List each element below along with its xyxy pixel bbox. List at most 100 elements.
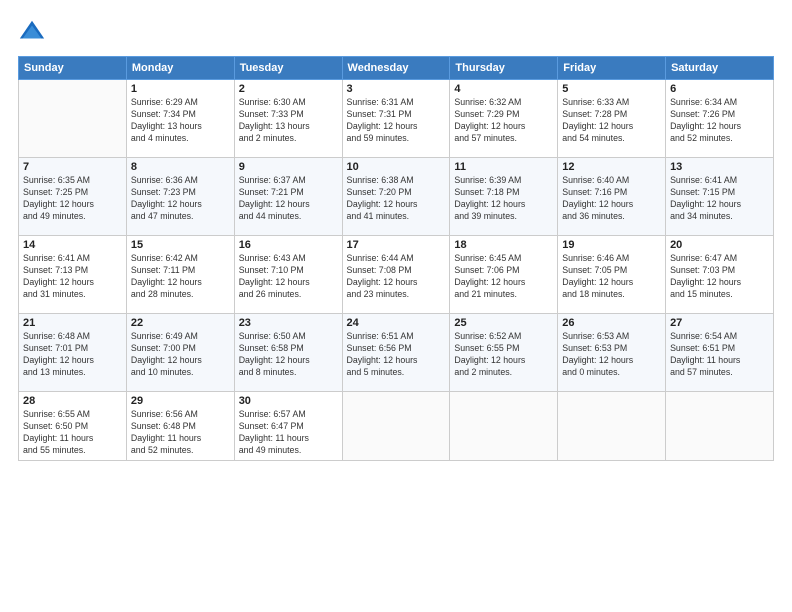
calendar-day-cell: 1 Sunrise: 6:29 AMSunset: 7:34 PMDaylight…	[126, 80, 234, 158]
weekday-header-cell: Tuesday	[234, 57, 342, 80]
calendar-day-cell	[450, 392, 558, 461]
day-number: 19	[562, 239, 661, 251]
calendar-day-cell	[342, 392, 450, 461]
day-info: Sunrise: 6:42 AMSunset: 7:11 PMDaylight:…	[131, 253, 230, 301]
day-info: Sunrise: 6:49 AMSunset: 7:00 PMDaylight:…	[131, 331, 230, 379]
day-number: 22	[131, 317, 230, 329]
calendar-day-cell: 17Sunrise: 6:44 AMSunset: 7:08 PMDayligh…	[342, 236, 450, 314]
calendar-day-cell	[666, 392, 774, 461]
calendar-day-cell: 9 Sunrise: 6:37 AMSunset: 7:21 PMDaylight…	[234, 158, 342, 236]
day-number: 9	[239, 161, 338, 173]
calendar-week-row: 14 Sunrise: 6:41 AMSunset: 7:13 PMDayligh…	[19, 236, 774, 314]
day-number: 25	[454, 317, 553, 329]
calendar-week-row: 1 Sunrise: 6:29 AMSunset: 7:34 PMDaylight…	[19, 80, 774, 158]
day-number: 15	[131, 239, 230, 251]
day-info: Sunrise: 6:34 AMSunset: 7:26 PMDaylight:…	[670, 97, 769, 145]
calendar-day-cell: 5 Sunrise: 6:33 AMSunset: 7:28 PMDaylight…	[558, 80, 666, 158]
day-number: 26	[562, 317, 661, 329]
calendar-day-cell: 13 Sunrise: 6:41 AMSunset: 7:15 PMDayligh…	[666, 158, 774, 236]
day-info: Sunrise: 6:29 AMSunset: 7:34 PMDaylight:…	[131, 97, 230, 145]
day-number: 1	[131, 83, 230, 95]
day-info: Sunrise: 6:52 AMSunset: 6:55 PMDaylight:…	[454, 331, 553, 379]
day-number: 23	[239, 317, 338, 329]
day-number: 3	[347, 83, 446, 95]
calendar-day-cell: 14 Sunrise: 6:41 AMSunset: 7:13 PMDayligh…	[19, 236, 127, 314]
calendar-day-cell: 10 Sunrise: 6:38 AMSunset: 7:20 PMDayligh…	[342, 158, 450, 236]
day-number: 13	[670, 161, 769, 173]
calendar-day-cell: 7Sunrise: 6:35 AMSunset: 7:25 PMDaylight…	[19, 158, 127, 236]
calendar-day-cell: 4 Sunrise: 6:32 AMSunset: 7:29 PMDaylight…	[450, 80, 558, 158]
day-number: 24	[347, 317, 446, 329]
header	[18, 18, 774, 46]
day-info: Sunrise: 6:47 AMSunset: 7:03 PMDaylight:…	[670, 253, 769, 301]
calendar-day-cell: 26Sunrise: 6:53 AMSunset: 6:53 PMDayligh…	[558, 314, 666, 392]
day-info: Sunrise: 6:36 AMSunset: 7:23 PMDaylight:…	[131, 175, 230, 223]
day-number: 14	[23, 239, 122, 251]
day-info: Sunrise: 6:37 AMSunset: 7:21 PMDaylight:…	[239, 175, 338, 223]
calendar-body: 1 Sunrise: 6:29 AMSunset: 7:34 PMDaylight…	[19, 80, 774, 461]
calendar-day-cell	[19, 80, 127, 158]
weekday-header-cell: Wednesday	[342, 57, 450, 80]
calendar-week-row: 21Sunrise: 6:48 AMSunset: 7:01 PMDayligh…	[19, 314, 774, 392]
day-number: 5	[562, 83, 661, 95]
calendar-day-cell: 11Sunrise: 6:39 AMSunset: 7:18 PMDayligh…	[450, 158, 558, 236]
day-info: Sunrise: 6:31 AMSunset: 7:31 PMDaylight:…	[347, 97, 446, 145]
calendar-day-cell: 27 Sunrise: 6:54 AMSunset: 6:51 PMDayligh…	[666, 314, 774, 392]
calendar-day-cell: 18 Sunrise: 6:45 AMSunset: 7:06 PMDayligh…	[450, 236, 558, 314]
day-info: Sunrise: 6:41 AMSunset: 7:13 PMDaylight:…	[23, 253, 122, 301]
day-info: Sunrise: 6:54 AMSunset: 6:51 PMDaylight:…	[670, 331, 769, 379]
day-number: 10	[347, 161, 446, 173]
day-info: Sunrise: 6:35 AMSunset: 7:25 PMDaylight:…	[23, 175, 122, 223]
calendar-day-cell: 29 Sunrise: 6:56 AMSunset: 6:48 PMDayligh…	[126, 392, 234, 461]
day-info: Sunrise: 6:32 AMSunset: 7:29 PMDaylight:…	[454, 97, 553, 145]
calendar-week-row: 7Sunrise: 6:35 AMSunset: 7:25 PMDaylight…	[19, 158, 774, 236]
day-info: Sunrise: 6:38 AMSunset: 7:20 PMDaylight:…	[347, 175, 446, 223]
calendar-day-cell: 25 Sunrise: 6:52 AMSunset: 6:55 PMDayligh…	[450, 314, 558, 392]
day-number: 20	[670, 239, 769, 251]
day-info: Sunrise: 6:50 AMSunset: 6:58 PMDaylight:…	[239, 331, 338, 379]
day-info: Sunrise: 6:30 AMSunset: 7:33 PMDaylight:…	[239, 97, 338, 145]
calendar-day-cell: 20 Sunrise: 6:47 AMSunset: 7:03 PMDayligh…	[666, 236, 774, 314]
day-number: 28	[23, 395, 122, 407]
day-number: 29	[131, 395, 230, 407]
calendar-day-cell: 2Sunrise: 6:30 AMSunset: 7:33 PMDaylight…	[234, 80, 342, 158]
day-info: Sunrise: 6:39 AMSunset: 7:18 PMDaylight:…	[454, 175, 553, 223]
calendar-day-cell: 28 Sunrise: 6:55 AMSunset: 6:50 PMDayligh…	[19, 392, 127, 461]
day-info: Sunrise: 6:46 AMSunset: 7:05 PMDaylight:…	[562, 253, 661, 301]
weekday-header-cell: Saturday	[666, 57, 774, 80]
calendar-week-row: 28 Sunrise: 6:55 AMSunset: 6:50 PMDayligh…	[19, 392, 774, 461]
calendar-day-cell	[558, 392, 666, 461]
day-info: Sunrise: 6:55 AMSunset: 6:50 PMDaylight:…	[23, 409, 122, 457]
weekday-header-cell: Friday	[558, 57, 666, 80]
day-info: Sunrise: 6:44 AMSunset: 7:08 PMDaylight:…	[347, 253, 446, 301]
day-number: 8	[131, 161, 230, 173]
calendar-day-cell: 21Sunrise: 6:48 AMSunset: 7:01 PMDayligh…	[19, 314, 127, 392]
day-info: Sunrise: 6:56 AMSunset: 6:48 PMDaylight:…	[131, 409, 230, 457]
calendar-day-cell: 23 Sunrise: 6:50 AMSunset: 6:58 PMDayligh…	[234, 314, 342, 392]
day-info: Sunrise: 6:43 AMSunset: 7:10 PMDaylight:…	[239, 253, 338, 301]
calendar-day-cell: 3 Sunrise: 6:31 AMSunset: 7:31 PMDaylight…	[342, 80, 450, 158]
weekday-header-row: SundayMondayTuesdayWednesdayThursdayFrid…	[19, 57, 774, 80]
day-info: Sunrise: 6:40 AMSunset: 7:16 PMDaylight:…	[562, 175, 661, 223]
day-number: 4	[454, 83, 553, 95]
calendar-table: SundayMondayTuesdayWednesdayThursdayFrid…	[18, 56, 774, 461]
day-info: Sunrise: 6:45 AMSunset: 7:06 PMDaylight:…	[454, 253, 553, 301]
logo	[18, 18, 50, 46]
day-number: 21	[23, 317, 122, 329]
day-info: Sunrise: 6:51 AMSunset: 6:56 PMDaylight:…	[347, 331, 446, 379]
day-number: 16	[239, 239, 338, 251]
logo-icon	[18, 18, 46, 46]
calendar-day-cell: 8 Sunrise: 6:36 AMSunset: 7:23 PMDaylight…	[126, 158, 234, 236]
day-number: 27	[670, 317, 769, 329]
day-info: Sunrise: 6:33 AMSunset: 7:28 PMDaylight:…	[562, 97, 661, 145]
calendar-day-cell: 24 Sunrise: 6:51 AMSunset: 6:56 PMDayligh…	[342, 314, 450, 392]
calendar-day-cell: 15 Sunrise: 6:42 AMSunset: 7:11 PMDayligh…	[126, 236, 234, 314]
calendar-day-cell: 6Sunrise: 6:34 AMSunset: 7:26 PMDaylight…	[666, 80, 774, 158]
day-number: 18	[454, 239, 553, 251]
page: SundayMondayTuesdayWednesdayThursdayFrid…	[0, 0, 792, 612]
weekday-header-cell: Thursday	[450, 57, 558, 80]
weekday-header-cell: Sunday	[19, 57, 127, 80]
day-number: 12	[562, 161, 661, 173]
day-info: Sunrise: 6:41 AMSunset: 7:15 PMDaylight:…	[670, 175, 769, 223]
day-number: 30	[239, 395, 338, 407]
